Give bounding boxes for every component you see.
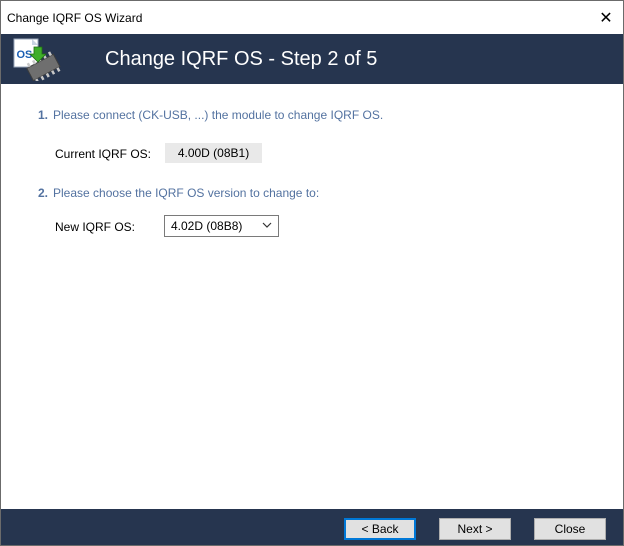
- current-os-value: 4.00D (08B1): [165, 143, 262, 163]
- os-chip-icon: OS: [13, 38, 61, 81]
- step-1-number: 1.: [38, 108, 49, 122]
- svg-text:OS: OS: [17, 49, 33, 61]
- step-2-number: 2.: [38, 186, 49, 200]
- new-os-selected-value: 4.02D (08B8): [171, 219, 243, 233]
- new-os-dropdown[interactable]: 4.02D (08B8): [164, 215, 279, 237]
- step-2-instruction: 2. Please choose the IQRF OS version to c…: [38, 186, 319, 200]
- wizard-step-title: Change IQRF OS - Step 2 of 5: [105, 48, 378, 70]
- back-button[interactable]: < Back: [344, 518, 416, 540]
- new-os-label: New IQRF OS:: [55, 220, 136, 234]
- wizard-window: Change IQRF OS Wizard ✕ OS Change IQRF O…: [0, 0, 624, 546]
- wizard-footer: < Back Next > Close: [1, 509, 623, 545]
- current-os-label: Current IQRF OS:: [55, 147, 152, 161]
- title-bar[interactable]: Change IQRF OS Wizard ✕: [1, 1, 623, 34]
- step-1-text: Please connect (CK-USB, ...) the module …: [53, 108, 384, 122]
- window-title: Change IQRF OS Wizard: [7, 11, 143, 25]
- wizard-banner: OS Change IQRF OS - Step 2 of 5: [1, 34, 623, 84]
- chevron-down-icon: [262, 222, 272, 228]
- step-1-instruction: 1. Please connect (CK-USB, ...) the modul…: [38, 108, 383, 122]
- step-2-text: Please choose the IQRF OS version to cha…: [53, 186, 320, 200]
- close-button[interactable]: Close: [534, 518, 606, 540]
- next-button[interactable]: Next >: [439, 518, 511, 540]
- close-window-icon[interactable]: ✕: [589, 1, 623, 34]
